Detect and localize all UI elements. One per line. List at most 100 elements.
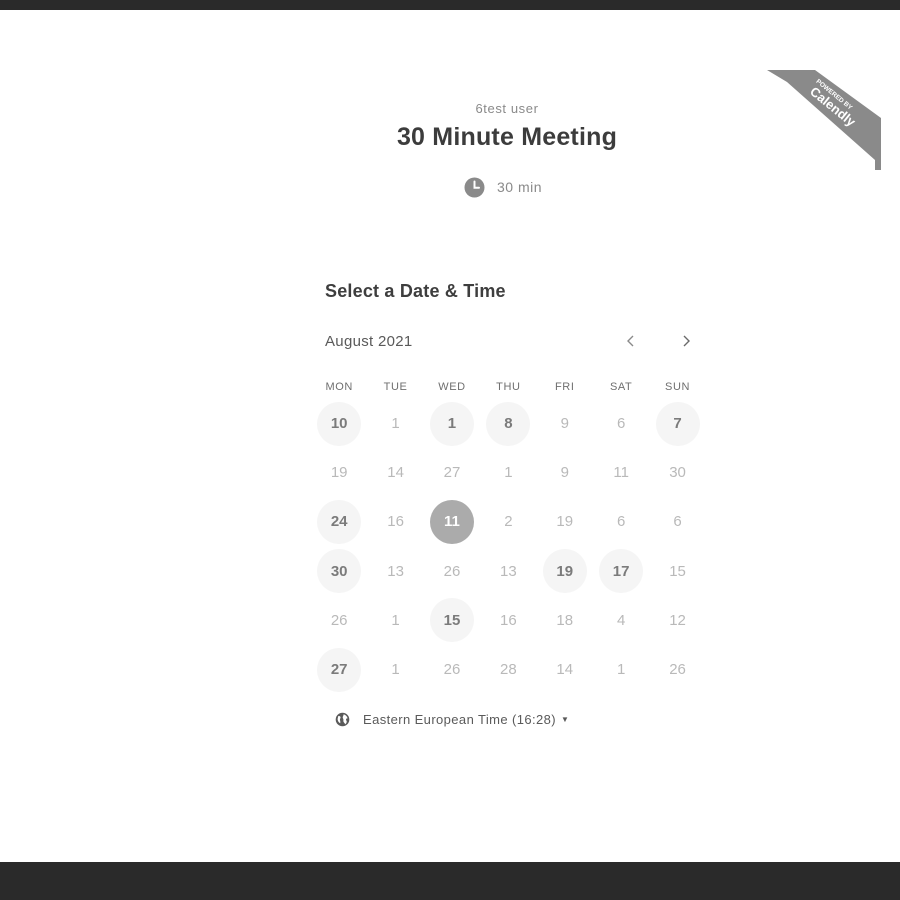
available-day-button[interactable]: 1 [429, 401, 474, 446]
unavailable-day: 6 [616, 415, 626, 433]
calendar-cell: 11 [424, 497, 480, 546]
bottom-frame-bar [0, 862, 900, 900]
weekday-label: SAT [609, 381, 633, 393]
unavailable-day: 1 [504, 464, 513, 482]
calendar-cell: 26 [311, 596, 367, 645]
section-title: Select a Date & Time [325, 281, 506, 301]
calendar-cell: 8 [480, 399, 536, 448]
top-frame-bar [0, 0, 900, 10]
calendar-cell: 15 [424, 596, 480, 645]
unavailable-day: 28 [500, 661, 517, 679]
calendar-cell: 14 [537, 645, 593, 694]
available-day-button[interactable]: 19 [542, 549, 587, 594]
calendar-cell: 14 [367, 448, 423, 497]
unavailable-day: 11 [613, 464, 629, 482]
calendar-cell: 11 [593, 448, 649, 497]
available-day-button[interactable]: 8 [486, 401, 531, 446]
calendar-cell: 28 [480, 645, 536, 694]
unavailable-day: 26 [330, 611, 348, 629]
unavailable-day: 6 [616, 513, 626, 531]
caret-down-icon: ▼ [560, 714, 569, 724]
chevron-left-icon [627, 335, 634, 347]
calendar-cell: 1 [480, 448, 536, 497]
timezone-selector[interactable]: Eastern European Time (16:28) ▼ [335, 709, 569, 729]
calendar-cell: 2 [480, 497, 536, 546]
calendar-cell: 1 [367, 399, 423, 448]
unavailable-day: 26 [669, 661, 686, 679]
calendar-cell: 19 [311, 448, 367, 497]
calendar-cell: 17 [593, 547, 649, 596]
duration-label: 30 min [497, 179, 543, 195]
month-label: August 2021 [325, 333, 413, 350]
calendar-cell: 9 [537, 399, 593, 448]
available-day-button[interactable]: 17 [599, 549, 644, 594]
calendar-cell: 7 [649, 399, 705, 448]
available-day-button[interactable]: 7 [655, 401, 700, 446]
unavailable-day: 2 [504, 513, 513, 531]
unavailable-day: 4 [616, 611, 626, 629]
calendar-cell: 6 [593, 497, 649, 546]
calendar-cell: 19 [537, 497, 593, 546]
calendar-cell: 6 [649, 497, 705, 546]
unavailable-day: 30 [669, 464, 686, 482]
unavailable-day: 16 [500, 611, 517, 629]
weekday-header: MON TUE WED THU FRI SAT SUN [311, 381, 706, 393]
calendar-cell: 26 [424, 645, 480, 694]
calendar-cell: 1 [367, 596, 423, 645]
powered-by-calendly-badge[interactable]: POWERED BY Calendly [767, 70, 881, 170]
calendar-cell: 10 [311, 399, 367, 448]
unavailable-day: 14 [556, 661, 574, 679]
calendar-cell: 27 [424, 448, 480, 497]
next-month-button[interactable] [675, 330, 697, 352]
unavailable-day: 27 [443, 464, 461, 482]
calendar-cell: 27 [311, 645, 367, 694]
unavailable-day: 13 [387, 562, 404, 580]
calendar-cell: 1 [424, 399, 480, 448]
unavailable-day: 9 [560, 415, 569, 433]
weekday-label: WED [438, 381, 466, 393]
calendar-cell: 12 [649, 596, 705, 645]
unavailable-day: 18 [556, 611, 574, 629]
unavailable-day: 12 [669, 611, 686, 629]
available-day-button[interactable]: 30 [317, 549, 362, 594]
calendar-cell: 1 [367, 645, 423, 694]
calendar-cell: 15 [649, 547, 705, 596]
available-day-button[interactable]: 27 [317, 647, 362, 692]
calendar-cell: 6 [593, 399, 649, 448]
available-day-button[interactable]: 24 [317, 499, 362, 544]
calendar-cell: 18 [537, 596, 593, 645]
selected-day-button[interactable]: 11 [429, 499, 474, 544]
calendar-cell: 30 [311, 547, 367, 596]
unavailable-day: 14 [387, 464, 404, 482]
calendar-cell: 30 [649, 448, 705, 497]
calendar-cell: 13 [480, 547, 536, 596]
weekday-label: FRI [554, 381, 575, 393]
unavailable-day: 1 [616, 661, 626, 679]
calendar-cell: 13 [367, 547, 423, 596]
calendar-cell: 16 [367, 497, 423, 546]
unavailable-day: 26 [443, 661, 461, 679]
event-duration: 30 min [464, 176, 542, 198]
unavailable-day: 13 [500, 562, 517, 580]
available-day-button[interactable]: 15 [429, 598, 474, 643]
weekday-label: MON [325, 381, 353, 393]
unavailable-day: 1 [391, 661, 400, 679]
calendar-cell: 1 [593, 645, 649, 694]
weekday-label: THU [496, 381, 521, 393]
available-day-button[interactable]: 10 [317, 401, 362, 446]
calendar-cell: 4 [593, 596, 649, 645]
previous-month-button[interactable] [620, 330, 642, 352]
unavailable-day: 19 [330, 464, 348, 482]
globe-icon [335, 712, 350, 726]
weekday-label: TUE [383, 381, 408, 393]
chevron-right-icon [683, 335, 690, 347]
calendar-cell: 26 [424, 547, 480, 596]
calendar-cell: 26 [649, 645, 705, 694]
unavailable-day: 26 [443, 562, 461, 580]
weekday-label: SUN [665, 381, 691, 393]
unavailable-day: 1 [391, 415, 400, 433]
unavailable-day: 9 [560, 464, 569, 482]
calendar-cell: 16 [480, 596, 536, 645]
unavailable-day: 15 [669, 562, 686, 580]
calendar-grid: 10 1 1 8 9 6 7 19 14 27 1 9 11 30 24 16 11 2 19 6 6 30 13 26 13 1… [311, 399, 706, 694]
